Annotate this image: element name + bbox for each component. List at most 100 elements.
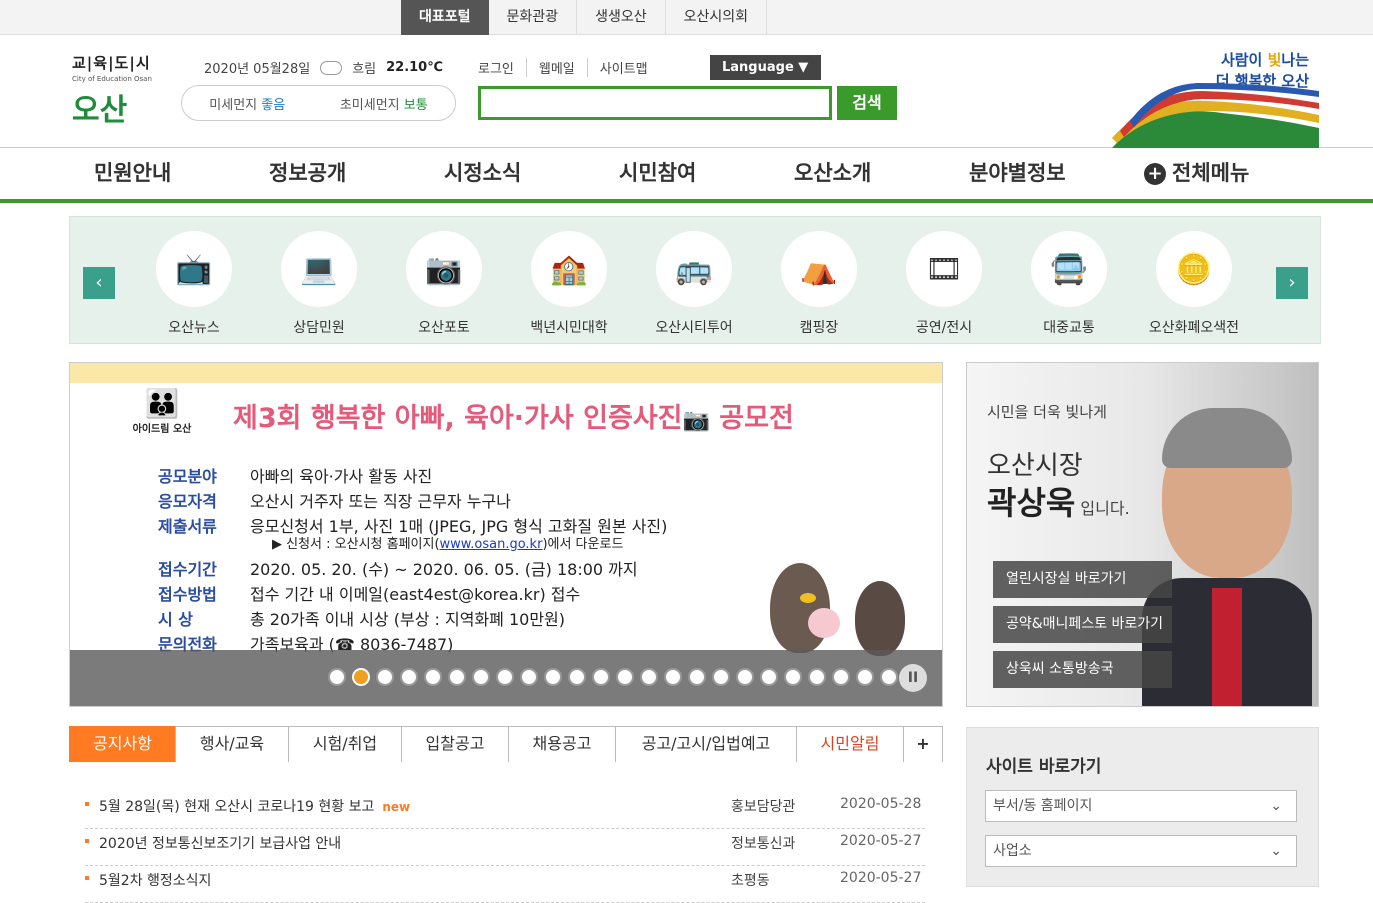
- banner-page-dot[interactable]: [880, 668, 898, 686]
- banner-page-dot[interactable]: [448, 668, 466, 686]
- main-banner[interactable]: 👪 아이드림 오산 제3회 행복한 아빠, 육아·가사 인증사진📷 공모전 공모…: [69, 362, 943, 707]
- banner-page-dot[interactable]: [736, 668, 754, 686]
- list-item[interactable]: 2020년 정보통신보조기기 보급사업 안내 정보통신과 2020-05-27: [85, 829, 925, 866]
- banner-page-dot[interactable]: [592, 668, 610, 686]
- banner-page-dot[interactable]: [832, 668, 850, 686]
- banner-page-dot[interactable]: [496, 668, 514, 686]
- tab-bids[interactable]: 입찰공고: [401, 726, 509, 762]
- fine-dust-label: 미세먼지: [209, 97, 258, 113]
- banner-page-dot[interactable]: [808, 668, 826, 686]
- banner-page-dot[interactable]: [664, 668, 682, 686]
- site-logo[interactable]: 교|육|도|시 City of Education Osan 오산: [72, 52, 172, 132]
- search-input[interactable]: [478, 86, 832, 120]
- tab-exams[interactable]: 시험/취업: [288, 726, 402, 762]
- util-links: 로그인 웹메일 사이트맵: [478, 58, 660, 77]
- portal-tab-culture[interactable]: 문화관광: [489, 0, 578, 35]
- banner-row-value: 2020. 05. 20. (수) ~ 2020. 06. 05. (금) 18…: [250, 560, 638, 579]
- webmail-link[interactable]: 웹메일: [527, 58, 588, 77]
- banner-page-dot[interactable]: [544, 668, 562, 686]
- bullet-icon: [85, 802, 89, 806]
- banner-note-link[interactable]: www.osan.go.kr: [440, 537, 543, 552]
- notice-dept: 홍보담당관: [731, 799, 796, 815]
- tab-citizen-alerts[interactable]: 시민알림: [796, 726, 904, 762]
- list-item[interactable]: 5월 28일(목) 현재 오산시 코로나19 현황 보고 new 홍보담당관 20…: [85, 792, 925, 829]
- nav-fields[interactable]: 분야별정보: [969, 148, 1066, 199]
- quick-item-label: 공연/전시: [915, 320, 973, 336]
- bird-mascot-small: [855, 581, 905, 656]
- banner-page-dot[interactable]: [712, 668, 730, 686]
- quick-prev-button[interactable]: ‹: [83, 267, 115, 299]
- slogan-rainbow-graphic: [1112, 83, 1319, 148]
- login-link[interactable]: 로그인: [478, 58, 527, 77]
- chevron-down-icon: ⌄: [1270, 843, 1282, 859]
- banner-page-dot[interactable]: [376, 668, 394, 686]
- broadcast-button[interactable]: 상욱씨 소통방송국: [993, 651, 1172, 688]
- banner-page-dot[interactable]: [616, 668, 634, 686]
- mayor-name: 곽상욱 입니다.: [987, 478, 1130, 524]
- banner-page-dot[interactable]: [688, 668, 706, 686]
- quick-menu: ‹ 📺 오산뉴스 💻 상담민원 📷 오산포토 🏫 백년시민대학 🚌 오산시티투어 ⛺ 캠핑장…: [69, 216, 1321, 344]
- banner-page-dot[interactable]: [568, 668, 586, 686]
- quick-item[interactable]: 🪙 오산화폐오색전: [1134, 231, 1254, 337]
- notice-title: 5월 28일(목) 현재 오산시 코로나19 현황 보고 new: [99, 796, 410, 816]
- more-tabs-button[interactable]: +: [903, 726, 943, 762]
- open-mayor-office-button[interactable]: 열린시장실 바로가기: [993, 561, 1172, 598]
- portal-tab-live[interactable]: 생생오산: [577, 0, 666, 35]
- list-item[interactable]: 5월2차 행정소식지 초평동 2020-05-27: [85, 866, 925, 903]
- quick-item[interactable]: 📷 오산포토: [384, 231, 504, 337]
- quick-item[interactable]: 📺 오산뉴스: [134, 231, 254, 337]
- dept-homepage-select-value: 부서/동 홈페이지: [993, 798, 1093, 814]
- portal-tab-main[interactable]: 대표포털: [401, 0, 489, 35]
- banner-page-dot[interactable]: [640, 668, 658, 686]
- banner-row-value: 오산시 거주자 또는 직장 근무자 누구나: [250, 492, 511, 511]
- site-shortcuts-heading: 사이트 바로가기: [986, 757, 1102, 777]
- portal-tab-council[interactable]: 오산시의회: [666, 0, 767, 35]
- nav-participation[interactable]: 시민참여: [619, 148, 696, 199]
- nav-civil[interactable]: 민원안내: [94, 148, 171, 199]
- language-select[interactable]: Language ▼: [710, 55, 821, 80]
- quick-item[interactable]: 🎞 공연/전시: [884, 231, 1004, 337]
- manifesto-button[interactable]: 공약&매니페스토 바로가기: [993, 606, 1172, 643]
- banner-page-dot[interactable]: [400, 668, 418, 686]
- nav-info[interactable]: 정보공개: [269, 148, 346, 199]
- quick-next-button[interactable]: ›: [1276, 267, 1308, 299]
- banner-page-dot[interactable]: [352, 668, 370, 686]
- quick-item[interactable]: 🚍 대중교통: [1009, 231, 1129, 337]
- nav-about[interactable]: 오산소개: [794, 148, 871, 199]
- notice-title: 5월2차 행정소식지: [99, 870, 211, 890]
- banner-page-dot[interactable]: [520, 668, 538, 686]
- bullet-icon: [85, 839, 89, 843]
- all-menu-button[interactable]: + 전체메뉴: [1144, 148, 1249, 199]
- quick-item[interactable]: 🚌 오산시티투어: [634, 231, 754, 337]
- mayor-name-suffix: 입니다.: [1075, 499, 1130, 518]
- business-office-select[interactable]: 사업소 ⌄: [985, 835, 1297, 867]
- quick-item[interactable]: 🏫 백년시민대학: [509, 231, 629, 337]
- nav-news[interactable]: 시정소식: [444, 148, 521, 199]
- sitemap-link[interactable]: 사이트맵: [588, 58, 660, 77]
- mayor-tagline: 시민을 더욱 빛나게: [987, 403, 1107, 421]
- pause-button[interactable]: II: [899, 664, 927, 692]
- banner-row-value: 총 20가족 이내 시상 (부상 : 지역화폐 10만원): [250, 610, 565, 629]
- laptop-icon: 💻: [281, 231, 357, 307]
- quick-item-label: 상담민원: [293, 320, 345, 336]
- film-reel-icon: 🎞: [906, 231, 982, 307]
- tab-notice[interactable]: 공지사항: [69, 726, 176, 762]
- logo-top-text: 교|육|도|시: [72, 54, 151, 72]
- banner-page-dot[interactable]: [424, 668, 442, 686]
- quick-item[interactable]: ⛺ 캠핑장: [759, 231, 879, 337]
- tab-events[interactable]: 행사/교육: [175, 726, 289, 762]
- notice-dept: 초평동: [731, 873, 770, 889]
- dept-homepage-select[interactable]: 부서/동 홈페이지 ⌄: [985, 790, 1297, 822]
- banner-page-dot[interactable]: [472, 668, 490, 686]
- banner-page-dot[interactable]: [784, 668, 802, 686]
- tab-recruit[interactable]: 채용공고: [508, 726, 616, 762]
- banner-row-key: 제출서류: [158, 517, 217, 536]
- search-button[interactable]: 검색: [837, 86, 897, 120]
- banner-page-dot[interactable]: [760, 668, 778, 686]
- ultra-fine-dust-label: 초미세먼지: [339, 97, 400, 113]
- quick-item[interactable]: 💻 상담민원: [259, 231, 379, 337]
- banner-row: 응모자격 오산시 거주자 또는 직장 근무자 누구나: [158, 488, 511, 512]
- tab-announcements[interactable]: 공고/고시/입법예고: [615, 726, 797, 762]
- banner-page-dot[interactable]: [856, 668, 874, 686]
- banner-page-dot[interactable]: [328, 668, 346, 686]
